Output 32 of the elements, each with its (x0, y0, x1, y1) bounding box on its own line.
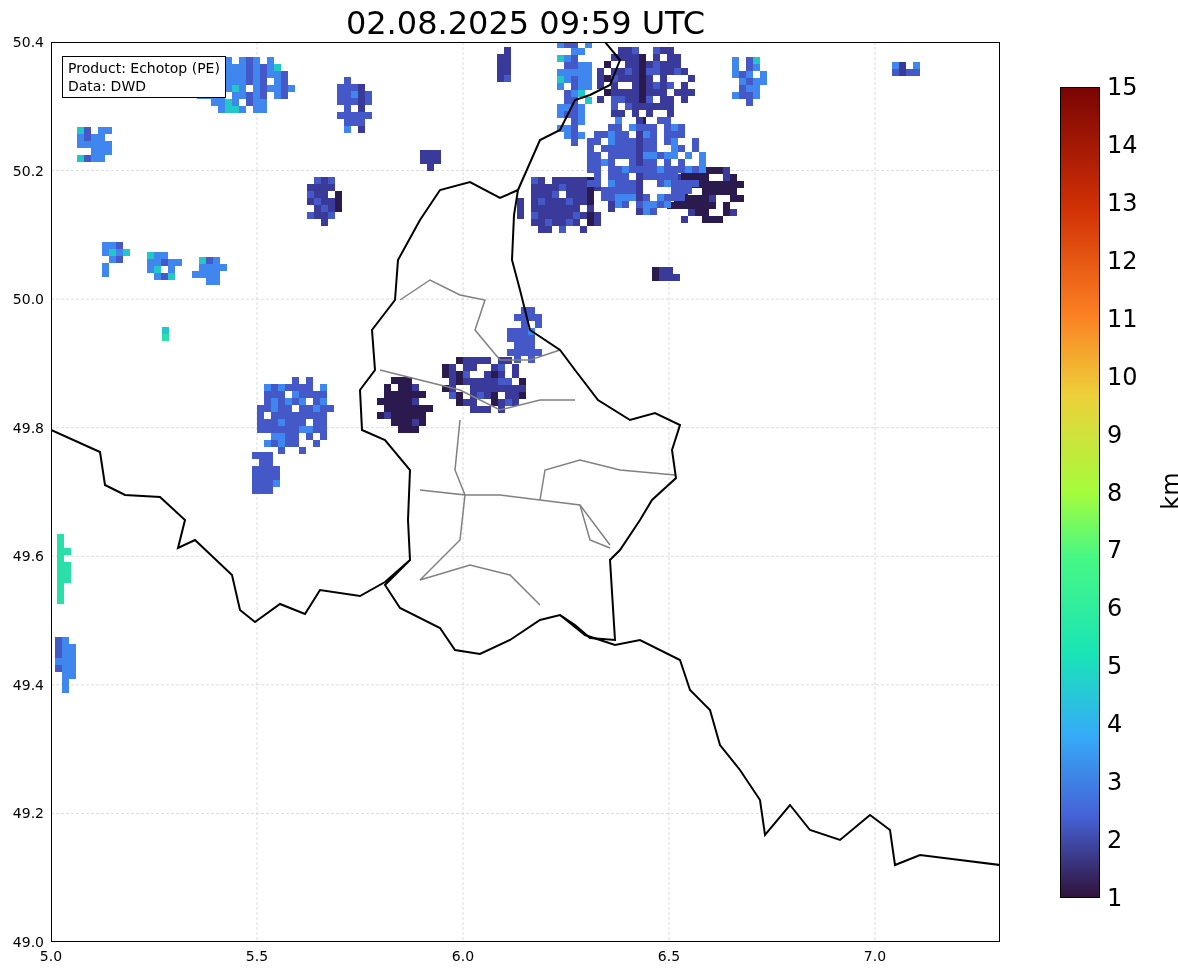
colorbar-tick-label: 11 (1107, 305, 1138, 332)
colorbar-tick-label: 3 (1107, 769, 1123, 796)
colorbar-tick-label: 15 (1107, 74, 1138, 100)
y-tick-label: 50.2 (12, 162, 44, 179)
y-tick-label: 49.2 (12, 805, 44, 822)
x-tick-label: 6.0 (451, 948, 475, 964)
y-tick-label: 49.4 (12, 676, 44, 693)
colorbar-label: km (1157, 472, 1178, 510)
chart-title: 02.08.2025 09:59 UTC (345, 4, 706, 42)
colorbar-tick-label: 2 (1107, 827, 1123, 854)
colorbar-tick-label: 14 (1107, 131, 1138, 158)
legend-text: Product: Echotop (PE) (68, 59, 220, 77)
colorbar-tick-label: 4 (1107, 711, 1123, 738)
colorbar-tick-label: 8 (1107, 479, 1123, 506)
colorbar-tick-label: 10 (1107, 363, 1138, 390)
colorbar-tick-label: 12 (1107, 247, 1138, 274)
y-tick-label: 50.4 (12, 34, 44, 50)
colorbar-tick-label: 7 (1107, 537, 1123, 564)
y-tick-label: 50.0 (12, 291, 44, 308)
y-tick-label: 49.6 (12, 548, 44, 565)
colorbar-tick-label: 6 (1107, 595, 1123, 622)
colorbar-tick-label: 9 (1107, 421, 1123, 448)
x-tick-label: 5.5 (245, 948, 269, 964)
x-tick-label: 5.0 (39, 948, 63, 964)
colorbar-tick-label: 1 (1107, 885, 1123, 911)
colorbar-tick-label: 13 (1107, 189, 1138, 216)
y-tick-label: 49.8 (12, 419, 44, 436)
y-tick-label: 49.0 (12, 934, 44, 950)
x-tick-label: 6.5 (657, 948, 681, 964)
legend-text: Data: DWD (68, 77, 147, 95)
colorbar-tick-label: 5 (1107, 653, 1123, 680)
x-tick-label: 7.0 (863, 948, 887, 964)
